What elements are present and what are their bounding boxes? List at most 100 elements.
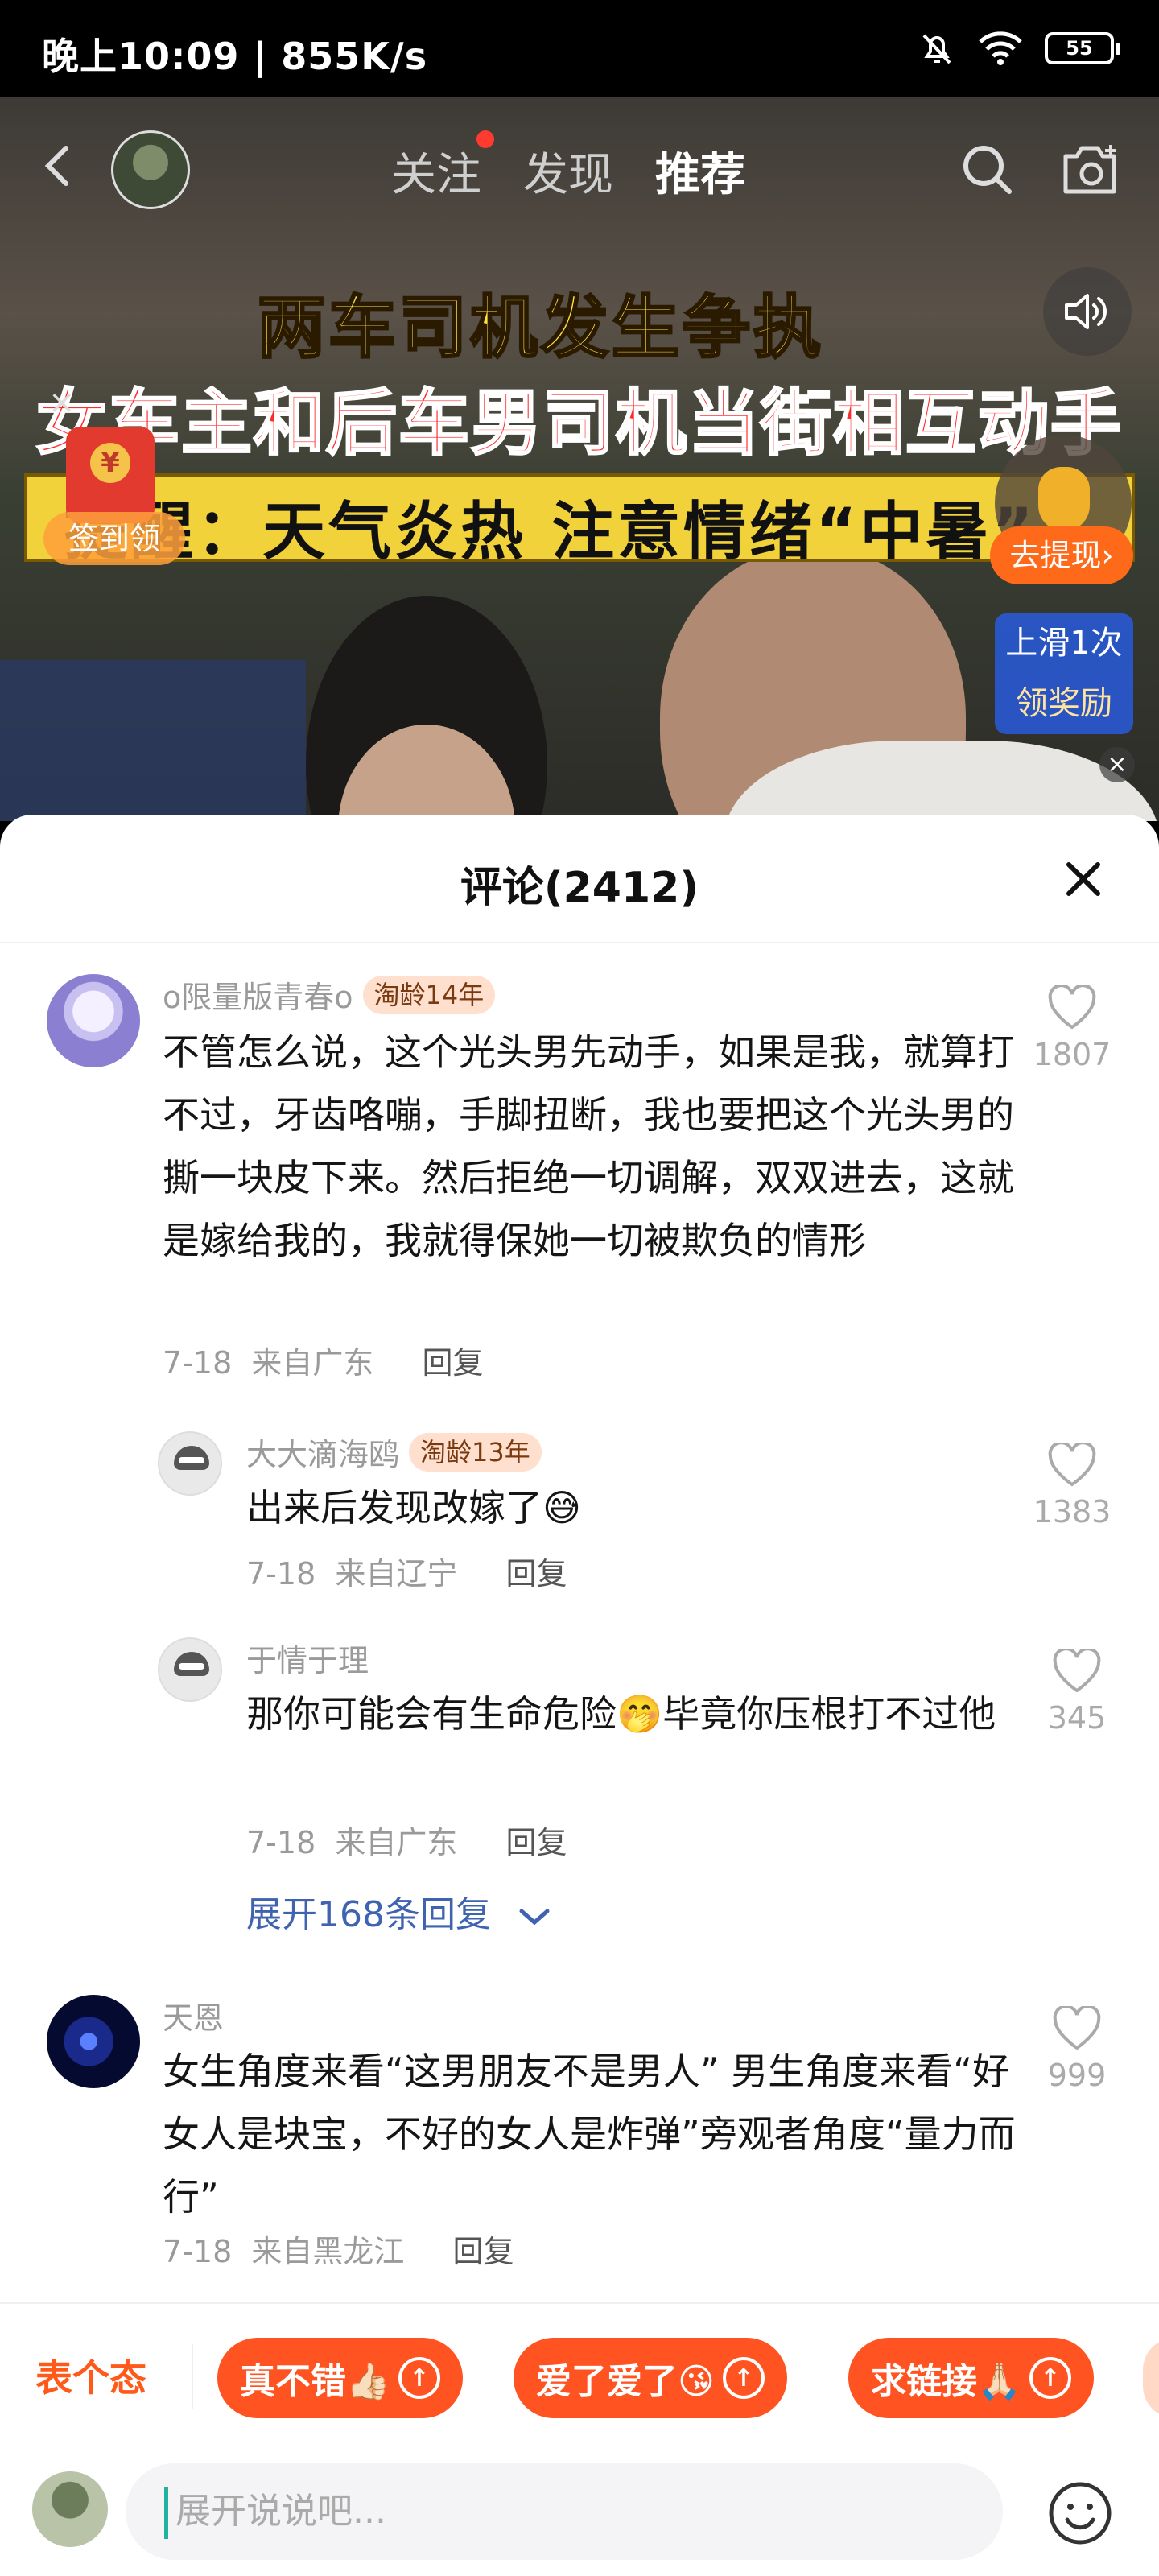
comments-title: 评论(2412) — [460, 864, 699, 912]
chip-label: 爱了爱了😘 — [536, 2361, 715, 2402]
battery-icon: 55 — [1045, 32, 1120, 64]
like-count: 345 — [1047, 1700, 1107, 1736]
comment-username[interactable]: 大大滴海鸥 淘龄13年 — [246, 1430, 542, 1474]
my-avatar — [32, 2471, 108, 2547]
like-count: 1383 — [1033, 1494, 1112, 1530]
withdraw-label: 去提现 — [1009, 538, 1102, 573]
avatar[interactable] — [158, 1637, 222, 1702]
like-button[interactable]: 1807 — [1024, 985, 1120, 1072]
reply-button[interactable]: 回复 — [453, 2234, 514, 2269]
quick-reaction-label: 表个态 — [35, 2356, 146, 2400]
comment-meta: 7-18 来自辽宁 回复 — [246, 1549, 567, 1593]
chip-label: 真不错👍🏻 — [240, 2361, 390, 2402]
search-icon[interactable] — [958, 140, 1016, 198]
comment-input-bar: 展开说说吧... — [0, 2447, 1159, 2576]
video-caption-subtitle: 女车主和后车男司机当街相互动手 — [35, 381, 1123, 466]
comment-text[interactable]: 不管怎么说，这个光头男先动手，如果是我，就算打不过，牙齿咯嘣，手脚扭断，我也要把… — [163, 1021, 1016, 1272]
comment-date: 7-18 — [246, 1825, 316, 1860]
status-bar: 晚上10:09 | 855K/s 55 — [0, 0, 1159, 97]
username-text: 天恩 — [163, 2000, 225, 2036]
notification-dot — [476, 130, 494, 148]
sound-toggle-button[interactable] — [1043, 267, 1132, 356]
comment-date: 7-18 — [163, 2234, 233, 2269]
close-icon[interactable]: × — [48, 386, 80, 419]
reward-line2: 领奖励 — [1016, 685, 1112, 722]
comment-date: 7-18 — [246, 1556, 316, 1591]
send-up-icon: ↑ — [1029, 2357, 1071, 2399]
status-icons: 55 — [918, 29, 1120, 68]
feed-tabs: 关注 发现 推荐 — [391, 138, 745, 204]
avatar[interactable] — [158, 1431, 222, 1496]
comment-location: 来自广东 — [335, 1825, 458, 1860]
like-button[interactable]: 345 — [1029, 1649, 1125, 1736]
comment-username[interactable]: 于情于理 — [246, 1636, 369, 1680]
comment-meta: 7-18 来自广东 回复 — [246, 1818, 567, 1862]
avatar[interactable] — [47, 974, 140, 1067]
username-text: 大大滴海鸥 — [246, 1437, 400, 1472]
comments-header: 评论(2412) — [0, 815, 1159, 943]
like-button[interactable]: 1383 — [1024, 1443, 1120, 1530]
emoji-icon[interactable] — [1046, 2479, 1114, 2547]
taobao-age-badge: 淘龄13年 — [409, 1432, 542, 1472]
comment-location: 来自黑龙江 — [251, 2234, 405, 2269]
heart-icon — [1048, 985, 1096, 1030]
heart-icon — [1053, 2006, 1101, 2050]
comment-meta: 7-18 来自广东 回复 — [163, 1338, 484, 1382]
reply-button[interactable]: 回复 — [423, 1345, 484, 1381]
quick-reaction-chip[interactable]: 真不错👍🏻 ↑ — [217, 2338, 463, 2418]
send-up-icon: ↑ — [722, 2357, 765, 2399]
comment-input[interactable]: 展开说说吧... — [126, 2463, 1003, 2560]
tab-recommend[interactable]: 推荐 — [655, 138, 745, 204]
divider — [192, 2344, 193, 2409]
chevron-down-icon — [519, 1909, 550, 1926]
text-caret — [164, 2487, 168, 2539]
swipe-reward-card[interactable]: 上滑1次 领奖励 — [995, 613, 1133, 734]
comment-text[interactable]: 出来后发现改嫁了😅 — [246, 1476, 1035, 1539]
expand-replies-label: 展开168条回复 — [246, 1894, 491, 1935]
withdraw-button[interactable]: 去提现› — [990, 526, 1133, 584]
chip-label: 求链接🙏🏻 — [871, 2361, 1021, 2402]
comment-meta: 7-18 来自黑龙江 回复 — [163, 2227, 514, 2271]
taobao-age-badge: 淘龄14年 — [362, 975, 496, 1014]
heart-icon — [1048, 1443, 1096, 1487]
comment-text[interactable]: 女生角度来看“这男朋友不是男人” 男生角度来看“好女人是块宝，不好的女人是炸弹”… — [163, 2040, 1032, 2228]
send-up-icon: ↑ — [398, 2357, 440, 2399]
quick-reaction-chip[interactable]: 爱了爱了😘 ↑ — [514, 2338, 787, 2418]
signin-reward-button[interactable]: 签到领 — [43, 512, 185, 565]
mute-bell-icon — [922, 34, 951, 64]
username-text: 于情于理 — [246, 1643, 369, 1678]
comment-username[interactable]: o限量版青春o 淘龄14年 — [163, 972, 496, 1017]
avatar[interactable] — [47, 1995, 140, 2088]
expand-replies-button[interactable]: 展开168条回复 — [246, 1885, 552, 1937]
comment-location: 来自广东 — [251, 1345, 374, 1381]
comment-text[interactable]: 那你可能会有生命危险🤭毕竟你压根打不过他 — [246, 1682, 1035, 1745]
red-packet-icon[interactable]: ¥ — [66, 427, 155, 523]
tab-follow[interactable]: 关注 — [391, 138, 481, 204]
like-count: 1807 — [1033, 1037, 1112, 1072]
wifi-icon — [979, 31, 1022, 65]
quick-reaction-chip[interactable]: 求链接🙏🏻 ↑ — [848, 2338, 1094, 2418]
camera-icon[interactable] — [1059, 140, 1124, 198]
tab-discover[interactable]: 发现 — [523, 138, 613, 204]
comment-input-placeholder: 展开说说吧... — [175, 2491, 386, 2532]
like-count: 999 — [1047, 2058, 1107, 2093]
comment-username[interactable]: 天恩 — [163, 1993, 224, 2037]
top-nav: 关注 发现 推荐 — [0, 121, 1159, 217]
heart-icon — [1053, 1649, 1101, 1693]
reply-button[interactable]: 回复 — [506, 1556, 567, 1591]
comment-date: 7-18 — [163, 1345, 233, 1381]
video-caption-title: 两车司机发生争执 — [256, 287, 825, 369]
status-time: 晚上10:09 | 855K/s — [42, 35, 428, 78]
speaker-icon — [1065, 294, 1107, 329]
comment-location: 来自辽宁 — [335, 1556, 458, 1591]
like-button[interactable]: 999 — [1029, 2006, 1125, 2093]
close-comments-icon[interactable] — [1061, 857, 1106, 902]
more-chips-edge — [1143, 2338, 1159, 2418]
quick-reaction-bar: 表个态 真不错👍🏻 ↑ 爱了爱了😘 ↑ 求链接🙏🏻 ↑ — [0, 2302, 1159, 2447]
profile-avatar[interactable] — [111, 130, 190, 209]
reward-line1: 上滑1次 — [1005, 625, 1123, 662]
back-icon[interactable] — [35, 142, 84, 190]
reward-close-icon[interactable]: × — [1099, 747, 1135, 782]
reply-button[interactable]: 回复 — [506, 1825, 567, 1860]
video-caption-tip: 提醒：天气炎热 注意情绪“中暑” — [64, 496, 1037, 568]
